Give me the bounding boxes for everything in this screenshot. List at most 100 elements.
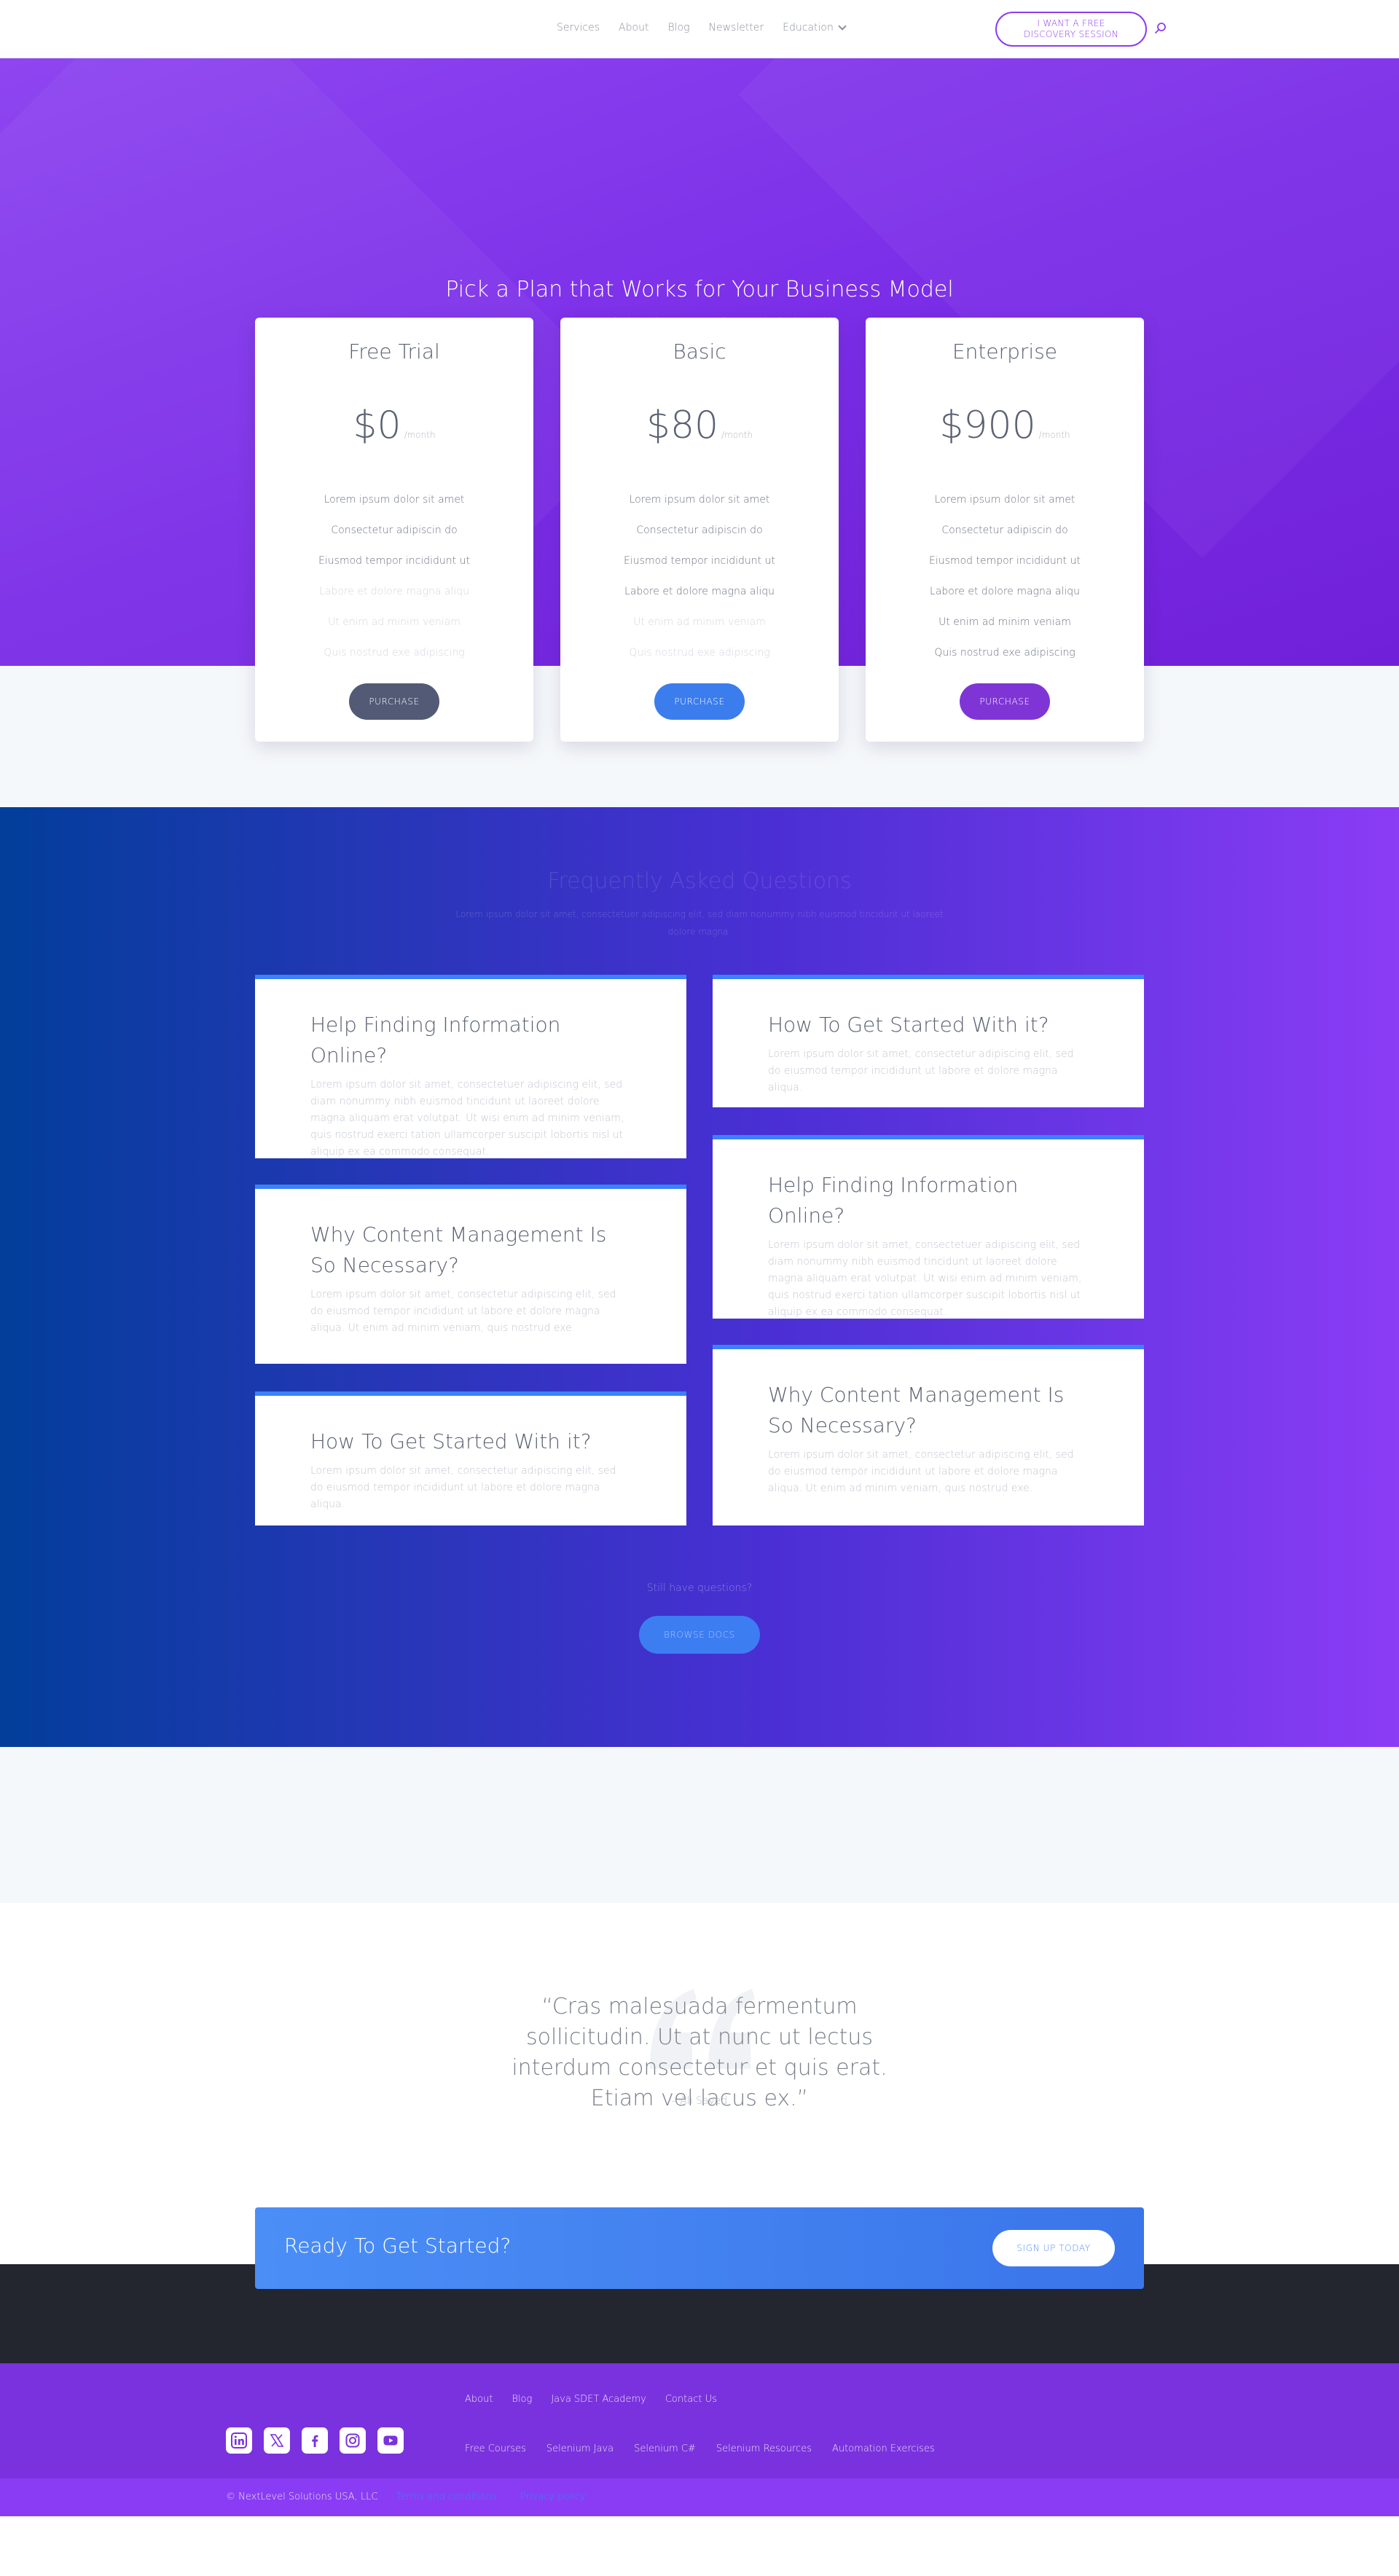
purchase-button[interactable]: PURCHASE (654, 683, 745, 720)
faq-question: Why Content Management Is So Necessary? (310, 1222, 607, 1277)
nav-education-label: Education (783, 22, 834, 34)
footer-link-automation-exercises[interactable]: Automation Exercises (832, 2443, 935, 2454)
faq-card[interactable]: Why Content Management Is So Necessary? … (255, 1185, 686, 1364)
plan-feature: Quis nostrud exe adipiscing (629, 647, 770, 659)
plan-price: $900 /month (866, 404, 1144, 447)
plan-features: Lorem ipsum dolor sit amet Consectetur a… (255, 494, 533, 678)
pricing-title: Pick a Plan that Works for Your Business… (445, 277, 954, 302)
faq-answer: Lorem ipsum dolor sit amet, consectetur … (768, 1048, 1074, 1093)
footer-links-primary: About Blog Java SDET Academy Contact Us (465, 2394, 717, 2405)
footer-link-selenium-csharp[interactable]: Selenium C# (634, 2443, 696, 2454)
sign-up-button[interactable]: SIGN UP TODAY (992, 2230, 1115, 2266)
footer-links-secondary: Free Courses Selenium Java Selenium C# S… (465, 2443, 935, 2454)
faq-card[interactable]: How To Get Started With it? Lorem ipsum … (255, 1391, 686, 1525)
plan-feature: Labore et dolore magna aliqu (319, 586, 469, 597)
plan-price-period: /month (404, 430, 436, 440)
faq-card[interactable]: Why Content Management Is So Necessary? … (713, 1345, 1144, 1525)
copyright: © NextLevel Solutions USA, LLC (226, 2491, 378, 2502)
footer-link-blog[interactable]: Blog (512, 2394, 532, 2405)
linkedin-icon[interactable] (226, 2427, 252, 2454)
plan-feature: Quis nostrud exe adipiscing (934, 647, 1075, 659)
footer-link-contact-us[interactable]: Contact Us (665, 2394, 717, 2405)
testimonial-author: – Ali Sayed (671, 2095, 728, 2107)
ready-title: Ready To Get Started? (284, 2234, 512, 2258)
privacy-link[interactable]: Privacy policy (520, 2491, 585, 2502)
plan-features: Lorem ipsum dolor sit amet Consectetur a… (866, 494, 1144, 678)
footer-link-selenium-java[interactable]: Selenium Java (546, 2443, 614, 2454)
plan-name: Enterprise (952, 339, 1058, 364)
nav-education[interactable]: Education (783, 22, 847, 34)
discovery-session-button[interactable]: I WANT A FREE DISCOVERY SESSION (995, 12, 1147, 47)
faq-answer: Lorem ipsum dolor sit amet, consectetuer… (768, 1239, 1082, 1318)
plan-name: Basic (673, 339, 726, 364)
faq-answer: Lorem ipsum dolor sit amet, consectetur … (768, 1449, 1074, 1494)
footer-link-about[interactable]: About (465, 2394, 493, 2405)
still-have-questions: Still have questions? (646, 1582, 753, 1594)
main-nav: Services About Blog Newsletter Education (557, 22, 847, 34)
facebook-icon[interactable] (302, 2427, 328, 2454)
x-icon[interactable] (264, 2427, 290, 2454)
faq-card[interactable]: How To Get Started With it? Lorem ipsum … (713, 975, 1144, 1107)
faq-question: How To Get Started With it? (310, 1429, 592, 1453)
plan-feature: Consectetur adipiscin do (941, 525, 1068, 536)
plan-feature: Eiusmod tempor incididunt ut (929, 555, 1081, 567)
faq-answer: Lorem ipsum dolor sit amet, consectetur … (310, 1465, 616, 1510)
youtube-icon[interactable] (377, 2427, 404, 2454)
plan-feature: Eiusmod tempor incididunt ut (318, 555, 470, 567)
plan-feature: Ut enim ad minim veniam (328, 616, 461, 628)
faq-question: How To Get Started With it? (768, 1013, 1049, 1037)
purchase-button[interactable]: PURCHASE (349, 683, 439, 720)
faq-subtitle: Lorem ipsum dolor sit amet, consectetuer… (455, 909, 944, 937)
plan-feature: Consectetur adipiscin do (636, 525, 763, 536)
plan-price-amount: $900 (939, 404, 1036, 447)
terms-link[interactable]: Terms and conditions (396, 2491, 497, 2502)
section-divider (0, 1747, 1399, 1903)
plan-price: $80 /month (560, 404, 839, 447)
faq-card[interactable]: Help Finding Information Online? Lorem i… (255, 975, 686, 1158)
plan-price-amount: $80 (646, 404, 719, 447)
faq-card[interactable]: Help Finding Information Online? Lorem i… (713, 1135, 1144, 1319)
chevron-down-icon (838, 22, 847, 31)
plan-feature: Ut enim ad minim veniam (633, 616, 766, 628)
plan-feature: Consectetur adipiscin do (331, 525, 458, 536)
nav-services[interactable]: Services (557, 22, 600, 34)
footer-link-java-sdet-academy[interactable]: Java SDET Academy (551, 2394, 646, 2405)
plan-feature: Eiusmod tempor incididunt ut (624, 555, 775, 567)
plan-card-enterprise: Enterprise $900 /month Lorem ipsum dolor… (866, 318, 1144, 742)
footer-link-selenium-resources[interactable]: Selenium Resources (716, 2443, 812, 2454)
faq-section: Frequently Asked Questions Lorem ipsum d… (0, 807, 1399, 1747)
ready-banner: Ready To Get Started? SIGN UP TODAY (255, 2207, 1144, 2289)
plan-name: Free Trial (348, 339, 440, 364)
faq-answer: Lorem ipsum dolor sit amet, consectetuer… (310, 1079, 624, 1158)
plan-card-basic: Basic $80 /month Lorem ipsum dolor sit a… (560, 318, 839, 742)
site-footer: About Blog Java SDET Academy Contact Us … (0, 2363, 1399, 2478)
faq-question: Help Finding Information Online? (310, 1013, 561, 1067)
search-icon[interactable] (1154, 22, 1167, 35)
browse-docs-button[interactable]: BROWSE DOCS (639, 1616, 760, 1654)
plan-feature: Labore et dolore magna aliqu (930, 586, 1080, 597)
footer-link-free-courses[interactable]: Free Courses (465, 2443, 526, 2454)
purchase-button[interactable]: PURCHASE (960, 683, 1050, 720)
faq-question: Help Finding Information Online? (768, 1173, 1019, 1228)
plan-price-amount: $0 (353, 404, 401, 447)
site-header: Services About Blog Newsletter Education… (0, 0, 1399, 58)
faq-question: Why Content Management Is So Necessary? (768, 1383, 1065, 1437)
nav-blog[interactable]: Blog (667, 22, 689, 34)
plan-price-period: /month (1038, 430, 1070, 440)
plan-card-free-trial: Free Trial $0 /month Lorem ipsum dolor s… (255, 318, 533, 742)
nav-newsletter[interactable]: Newsletter (708, 22, 764, 34)
plan-feature: Labore et dolore magna aliqu (624, 586, 775, 597)
plan-price-period: /month (721, 430, 753, 440)
instagram-icon[interactable] (340, 2427, 366, 2454)
nav-about[interactable]: About (619, 22, 648, 34)
faq-answer: Lorem ipsum dolor sit amet, consectetur … (310, 1289, 616, 1334)
footer-bottom-bar: © NextLevel Solutions USA, LLC Terms and… (0, 2478, 1399, 2516)
plan-feature: Lorem ipsum dolor sit amet (324, 494, 465, 506)
plan-price: $0 /month (255, 404, 533, 447)
plan-feature: Lorem ipsum dolor sit amet (629, 494, 770, 506)
faq-title: Frequently Asked Questions (547, 868, 852, 894)
social-links (226, 2427, 404, 2454)
plan-feature: Ut enim ad minim veniam (938, 616, 1071, 628)
plan-feature: Lorem ipsum dolor sit amet (934, 494, 1075, 506)
plan-feature: Quis nostrud exe adipiscing (324, 647, 465, 659)
